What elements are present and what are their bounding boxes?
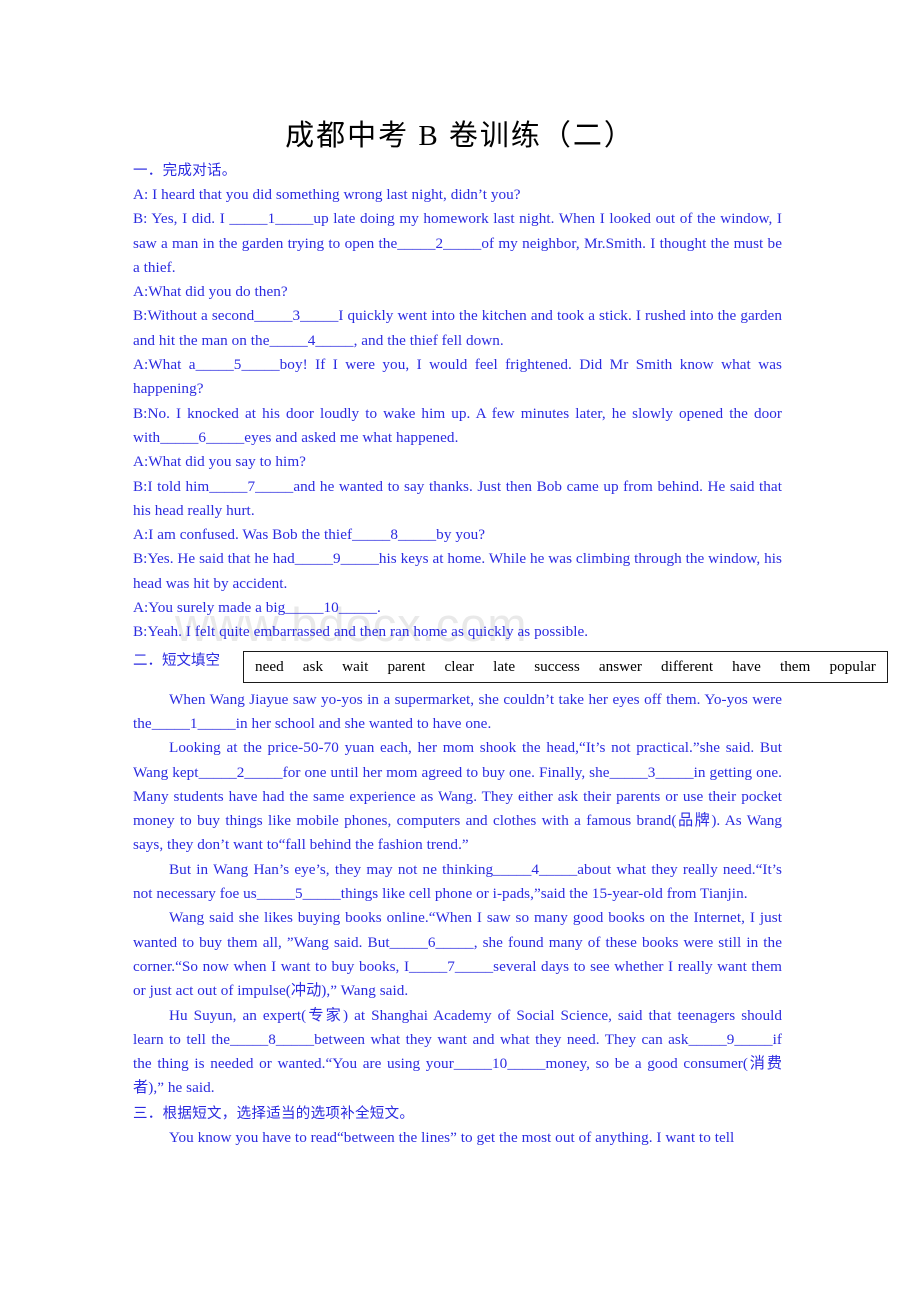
- document-page: 成都中考 B 卷训练（二） 一．完成对话。 A: I heard that yo…: [0, 0, 920, 1150]
- passage-paragraph: Wang said she likes buying books online.…: [133, 909, 782, 1000]
- dialogue-line: A: I heard that you did something wrong …: [133, 186, 521, 203]
- word-bank-item[interactable]: popular: [829, 658, 875, 676]
- word-bank-item[interactable]: different: [661, 658, 713, 676]
- section-2-heading: 二．短文填空: [133, 652, 220, 669]
- word-bank-item[interactable]: have: [732, 658, 761, 676]
- word-bank-item[interactable]: ask: [303, 658, 323, 676]
- dialogue-line: B:No. I knocked at his door loudly to wa…: [133, 404, 782, 446]
- dialogue-line: A:You surely made a big_____10_____.: [133, 599, 381, 617]
- passage-paragraph: When Wang Jiayue saw yo-yos in a superma…: [133, 690, 782, 732]
- page-title: 成都中考 B 卷训练（二）: [285, 120, 635, 152]
- word-bank-item[interactable]: need: [255, 658, 284, 676]
- word-bank-item[interactable]: answer: [599, 658, 642, 676]
- word-bank-box: need ask wait parent clear late success …: [243, 650, 888, 683]
- passage-paragraph: Hu Suyun, an expert(专家) at Shanghai Acad…: [133, 1006, 782, 1097]
- section-3-heading: 三．根据短文，选择适当的选项补全短文。: [133, 1105, 415, 1122]
- word-bank-item[interactable]: success: [534, 658, 580, 676]
- word-bank-item[interactable]: parent: [387, 658, 425, 676]
- dialogue-line: B:Yeah. I felt quite embarrassed and the…: [133, 623, 589, 641]
- word-bank-item[interactable]: clear: [445, 658, 475, 676]
- dialogue-line: A:What did you do then?: [133, 283, 288, 301]
- passage-paragraph: You know you have to read“between the li…: [169, 1128, 735, 1146]
- section-1-heading: 一．完成对话。: [133, 163, 237, 179]
- dialogue-line: B:Without a second_____3_____I quickly w…: [133, 307, 782, 349]
- passage-paragraph: But in Wang Han’s eye’s, they may not ne…: [133, 860, 782, 903]
- dialogue-line: A:What did you say to him?: [133, 453, 306, 471]
- document-body: 一．完成对话。 A: I heard that you did somethin…: [0, 160, 888, 1150]
- dialogue-line: A:I am confused. Was Bob the thief_____8…: [133, 526, 486, 544]
- word-bank-item[interactable]: them: [780, 658, 810, 676]
- word-bank-row: 二．短文填空 need ask wait parent clear late s…: [133, 648, 888, 688]
- word-bank-item[interactable]: wait: [342, 658, 368, 676]
- word-bank-item[interactable]: late: [493, 658, 515, 676]
- dialogue-line: B: Yes, I did. I _____1_____up late doin…: [133, 210, 782, 276]
- dialogue-line: B:I told him_____7_____and he wanted to …: [133, 477, 782, 519]
- dialogue-line: B:Yes. He said that he had_____9_____his…: [133, 550, 782, 592]
- dialogue-line: A:What a_____5_____boy! If I were you, I…: [133, 356, 782, 398]
- passage-paragraph: Looking at the price-50-70 yuan each, he…: [133, 739, 782, 854]
